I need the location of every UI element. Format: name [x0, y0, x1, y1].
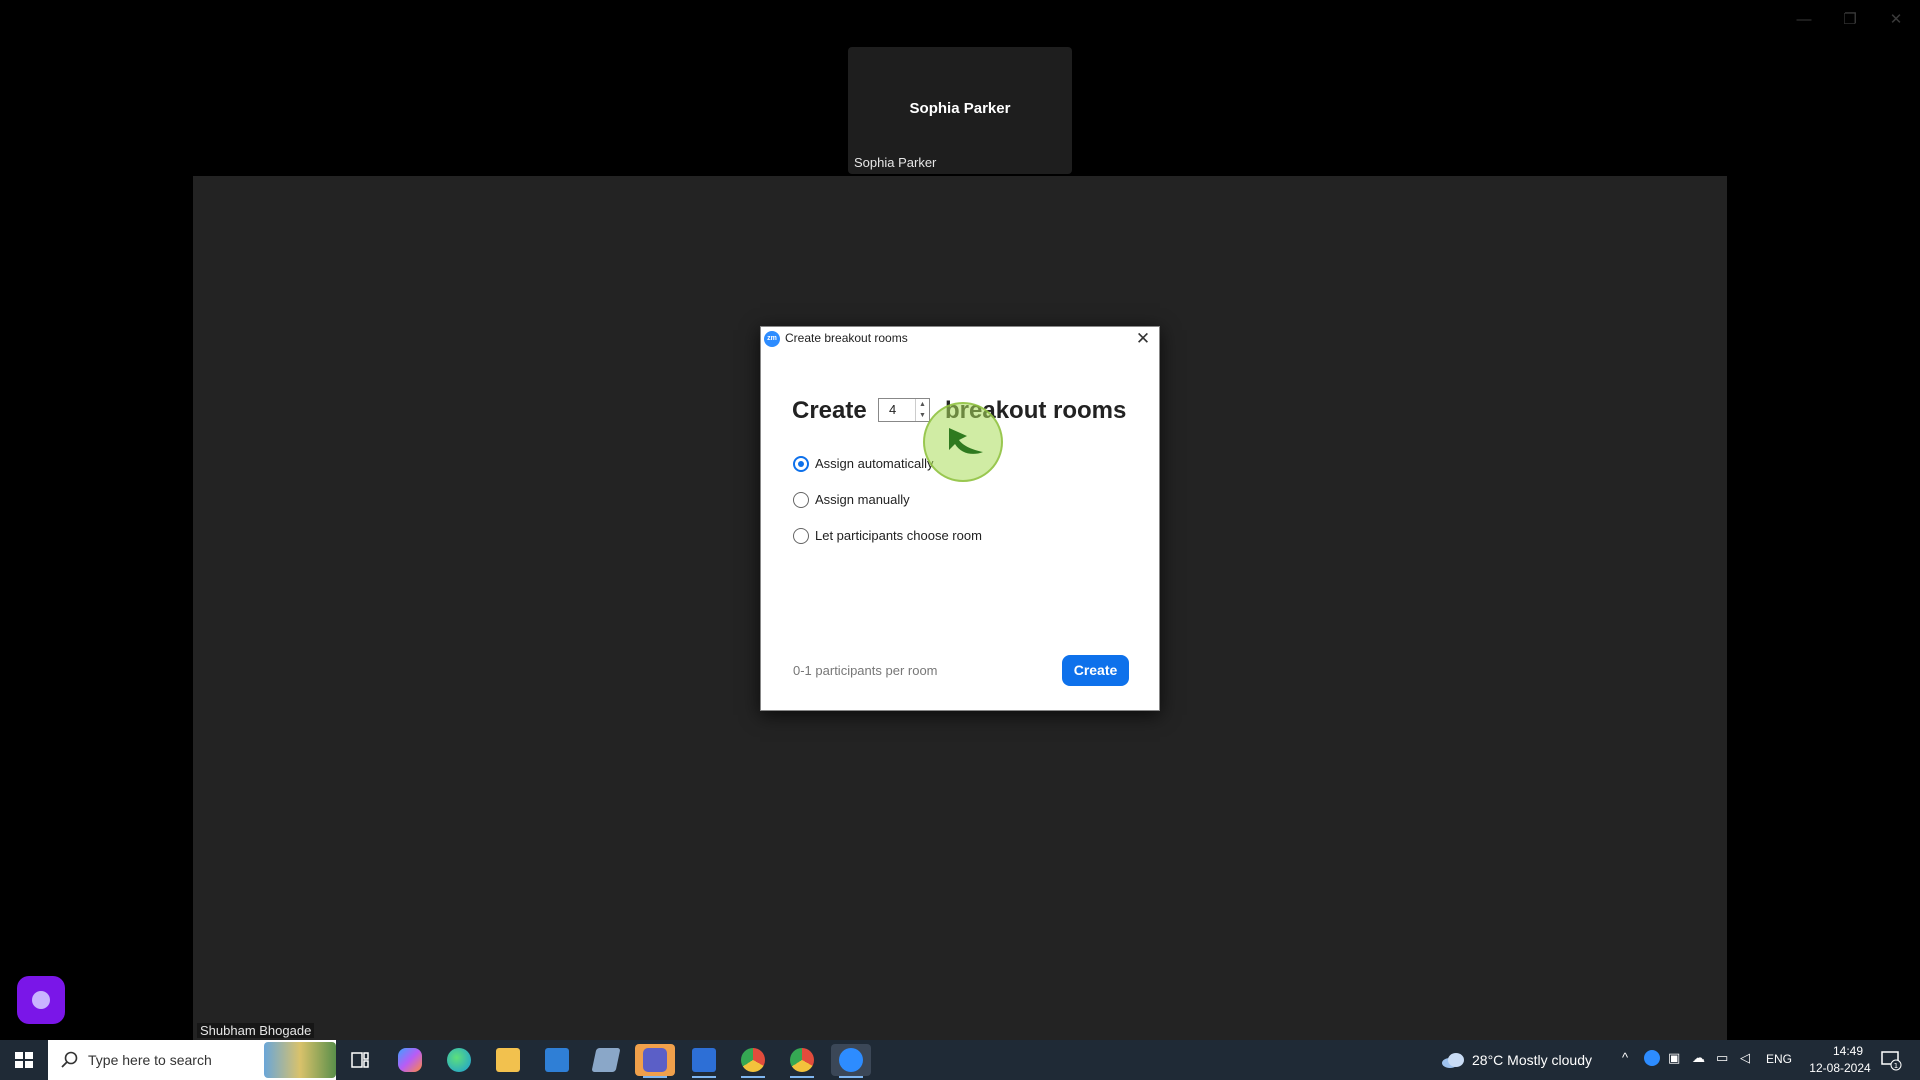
rooms-count-value[interactable]: 4 — [889, 402, 896, 417]
clock-time[interactable]: 14:49 — [1818, 1044, 1878, 1058]
participant-display-name: Sophia Parker — [909, 100, 1011, 117]
participant-tile[interactable]: Sophia Parker Sophia Parker — [848, 47, 1072, 174]
heading-prefix: Create — [792, 397, 867, 424]
stepper-up-icon[interactable]: ▲ — [916, 399, 929, 410]
zoom-button[interactable] — [831, 1044, 871, 1078]
active-indicator — [839, 1076, 863, 1078]
cursor-arrow-icon — [949, 428, 983, 454]
language-indicator[interactable]: ENG — [1766, 1052, 1792, 1066]
chrome-profile-icon — [790, 1048, 814, 1072]
dialog-close-button[interactable]: ✕ — [1133, 329, 1153, 349]
weather-text[interactable]: 28°C Mostly cloudy — [1472, 1052, 1592, 1068]
option-label: Assign automatically — [815, 456, 934, 471]
radio-participants-choose[interactable] — [793, 528, 809, 544]
search-highlight-image — [264, 1042, 336, 1078]
participant-name-label: Sophia Parker — [854, 155, 937, 170]
windows-logo-icon — [15, 1052, 33, 1068]
edge-button[interactable] — [439, 1044, 479, 1076]
zoom-meeting-window: — ❐ ✕ Sophia Parker Sophia Parker Shubha… — [0, 0, 1920, 1080]
floating-assistant-button[interactable] — [17, 976, 65, 1024]
notification-icon[interactable]: 1 — [1880, 1049, 1902, 1071]
show-hidden-icons-chevron-icon[interactable]: ^ — [1622, 1050, 1628, 1065]
network-icon[interactable]: ▭ — [1716, 1050, 1728, 1066]
edge-icon — [447, 1048, 471, 1072]
active-indicator — [692, 1076, 716, 1078]
clock-date[interactable]: 12-08-2024 — [1800, 1061, 1880, 1075]
task-view-button[interactable] — [340, 1044, 380, 1076]
rooms-count-stepper[interactable]: 4 ▲ ▼ — [878, 398, 930, 422]
taskbar-search-box[interactable]: Type here to search — [48, 1040, 336, 1080]
generic-app-icon — [591, 1048, 621, 1072]
chrome-profile-button[interactable] — [782, 1044, 822, 1078]
file-explorer-button[interactable] — [488, 1044, 528, 1076]
assistant-dot-icon — [32, 991, 50, 1009]
dialog-titlebar: zm Create breakout rooms ✕ — [761, 327, 1159, 351]
close-window-button[interactable]: ✕ — [1876, 8, 1916, 32]
search-placeholder: Type here to search — [88, 1052, 212, 1068]
option-label: Let participants choose room — [815, 528, 982, 543]
restore-button[interactable]: ❐ — [1830, 8, 1870, 32]
active-indicator — [790, 1076, 814, 1078]
mail-icon — [545, 1048, 569, 1072]
stepper-buttons: ▲ ▼ — [915, 399, 929, 421]
stepper-down-icon[interactable]: ▼ — [916, 410, 929, 421]
generic-app-button[interactable] — [586, 1044, 626, 1076]
volume-icon[interactable]: ◁ — [1740, 1050, 1750, 1066]
copilot-icon — [398, 1048, 422, 1072]
option-label: Assign manually — [815, 492, 910, 507]
zoom-icon — [839, 1048, 863, 1072]
minimize-button[interactable]: — — [1784, 8, 1824, 32]
teams-icon — [643, 1048, 667, 1072]
dialog-title: Create breakout rooms — [785, 331, 908, 345]
chrome-button[interactable] — [733, 1044, 773, 1078]
file-explorer-icon — [496, 1048, 520, 1072]
create-button[interactable]: Create — [1062, 655, 1129, 686]
search-icon — [61, 1051, 78, 1068]
radio-assign-manually[interactable] — [793, 492, 809, 508]
remote-app-icon — [692, 1048, 716, 1072]
active-indicator — [643, 1076, 667, 1078]
active-indicator — [741, 1076, 765, 1078]
start-button[interactable] — [0, 1040, 48, 1080]
participants-per-room-text: 0-1 participants per room — [793, 663, 938, 678]
mail-button[interactable] — [537, 1044, 577, 1076]
notification-count: 1 — [1894, 1062, 1898, 1070]
task-view-icon — [351, 1052, 369, 1068]
teams-button[interactable] — [635, 1044, 675, 1078]
click-highlight — [923, 402, 1003, 482]
chrome-icon — [741, 1048, 765, 1072]
cloudy-weather-icon — [1442, 1053, 1464, 1068]
radio-assign-automatically[interactable] — [793, 456, 809, 472]
camera-tray-icon[interactable]: ▣ — [1668, 1050, 1680, 1066]
create-breakout-rooms-dialog: zm Create breakout rooms ✕ Create 4 ▲ ▼ … — [760, 326, 1160, 711]
zoom-tray-icon[interactable] — [1644, 1050, 1660, 1066]
remote-app-button[interactable] — [684, 1044, 724, 1078]
copilot-button[interactable] — [390, 1044, 430, 1076]
main-video-name-label: Shubham Bhogade — [197, 1023, 315, 1038]
onedrive-cloud-icon[interactable]: ☁ — [1692, 1050, 1705, 1066]
taskbar: Type here to search 28°C Mostly cloudy ^… — [0, 1040, 1920, 1080]
zoom-app-icon: zm — [764, 331, 780, 347]
